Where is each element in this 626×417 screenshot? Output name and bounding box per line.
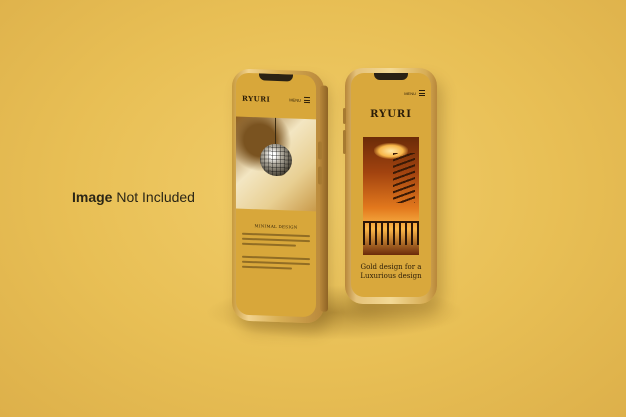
headline: Gold design for a Luxurious design [351, 263, 431, 281]
right-phone-header: MENU [351, 87, 431, 99]
staircase [393, 153, 415, 203]
notch [374, 73, 408, 80]
left-phone-screen: RYURI MENU MINIMAL DESIGN [236, 72, 316, 318]
menu-label: MENU [404, 90, 416, 96]
right-phone-mockup: MENU RYURI Gold design for a Luxurious d… [343, 68, 437, 304]
disco-ball [260, 143, 292, 177]
side-button [343, 130, 346, 154]
menu-button[interactable]: MENU [289, 96, 310, 104]
text-line [242, 255, 310, 261]
text-line [242, 265, 292, 270]
logo: RYURI [242, 93, 271, 104]
image-not-included-caption: Image Not Included [72, 189, 195, 205]
staircase-image [363, 137, 419, 255]
side-button [318, 166, 322, 185]
left-phone-mockup: RYURI MENU MINIMAL DESIGN [232, 68, 328, 324]
caption-rest: Not Included [116, 189, 195, 205]
side-button [318, 141, 322, 160]
logo: RYURI [370, 109, 412, 120]
text-line [242, 242, 296, 247]
headline-line-2: Luxurious design [360, 272, 422, 280]
side-button [343, 108, 346, 124]
text-line [242, 260, 310, 266]
hamburger-icon [419, 90, 425, 96]
hamburger-icon [304, 96, 310, 104]
disco-ball-image [236, 116, 316, 212]
railing [363, 223, 419, 245]
text-line [242, 237, 310, 243]
text-line [242, 232, 310, 238]
ornament-string [275, 117, 276, 145]
section-title: MINIMAL DESIGN [254, 223, 298, 230]
menu-label: MENU [289, 96, 301, 103]
right-phone-screen: MENU RYURI Gold design for a Luxurious d… [351, 73, 431, 297]
headline-line-1: Gold design for a [360, 263, 422, 271]
caption-bold: Image [72, 189, 113, 205]
notch [259, 73, 293, 82]
phone-side-edge [320, 85, 328, 312]
menu-button[interactable]: MENU [404, 90, 425, 96]
left-phone-header: RYURI MENU [236, 91, 316, 108]
